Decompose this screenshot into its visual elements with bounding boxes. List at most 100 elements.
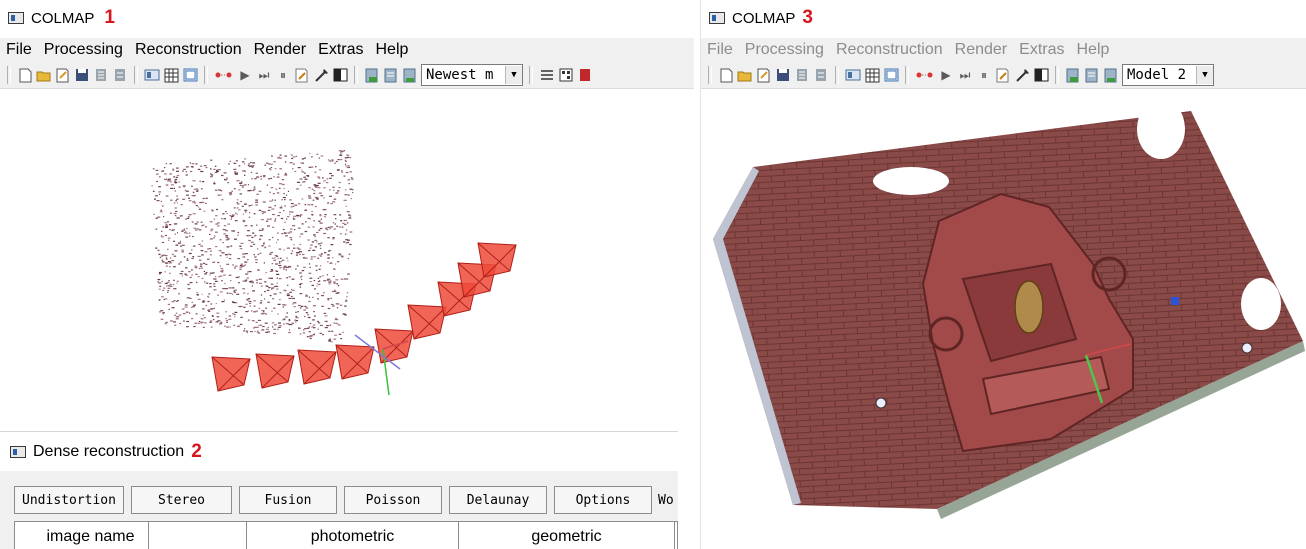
undistort-icon[interactable] [577, 67, 593, 83]
cloud-point [253, 186, 256, 188]
feature-extraction-icon[interactable] [845, 67, 861, 83]
cloud-point [248, 239, 250, 241]
dense-reconstruction-icon[interactable] [1014, 67, 1030, 83]
model-stats-icon[interactable] [364, 67, 380, 83]
open-project-icon[interactable] [737, 67, 753, 83]
cloud-point [335, 192, 339, 194]
menu-processing[interactable]: Processing [739, 41, 830, 59]
pause-icon[interactable]: ⏸ [976, 67, 992, 83]
column-header-blank[interactable] [149, 522, 247, 549]
automatic-reconstruction-icon[interactable] [915, 67, 935, 83]
cloud-point [278, 264, 282, 267]
model-stats-icon[interactable] [1065, 67, 1081, 83]
poisson-button[interactable]: Poisson [344, 486, 442, 514]
dense-point-cloud-view[interactable] [701, 89, 1306, 549]
pause-icon[interactable]: ⏸ [275, 67, 291, 83]
cloud-point [316, 283, 318, 285]
grab-movie-icon[interactable] [558, 67, 574, 83]
menu-render[interactable]: Render [248, 41, 312, 59]
cloud-point [302, 257, 306, 259]
cloud-point [208, 310, 211, 312]
grab-image-icon[interactable] [539, 67, 555, 83]
cloud-point [248, 300, 252, 303]
cloud-point [304, 230, 308, 233]
delaunay-button[interactable]: Delaunay [449, 486, 547, 514]
cloud-point [317, 328, 319, 330]
import-model-icon[interactable] [794, 67, 810, 83]
automatic-reconstruction-icon[interactable] [214, 67, 234, 83]
cloud-point [309, 337, 312, 340]
column-header-photometric[interactable]: photometric [247, 522, 459, 549]
model-selector[interactable]: Newest m ▼ [421, 64, 523, 86]
database-icon[interactable] [883, 67, 899, 83]
log-icon[interactable] [1103, 67, 1119, 83]
dense-reconstruction-icon[interactable] [313, 67, 329, 83]
render-toggle-icon[interactable] [332, 67, 348, 83]
cloud-point [238, 282, 240, 284]
menu-render[interactable]: Render [949, 41, 1013, 59]
chevron-down-icon[interactable]: ▼ [1196, 66, 1213, 84]
cloud-point [234, 220, 238, 222]
menu-extras[interactable]: Extras [1013, 41, 1070, 59]
sparse-point-cloud-view[interactable] [0, 89, 694, 431]
save-icon[interactable] [74, 67, 90, 83]
feature-matching-icon[interactable] [163, 67, 179, 83]
undistortion-button[interactable]: Undistortion [14, 486, 124, 514]
menu-reconstruction[interactable]: Reconstruction [129, 41, 248, 59]
edit-project-icon[interactable] [55, 67, 71, 83]
menu-extras[interactable]: Extras [312, 41, 369, 59]
cloud-point [249, 212, 251, 214]
menu-reconstruction[interactable]: Reconstruction [830, 41, 949, 59]
play-icon[interactable]: ▶ [237, 67, 253, 83]
new-project-icon[interactable] [718, 67, 734, 83]
options-button[interactable]: Options [554, 486, 652, 514]
new-project-icon[interactable] [17, 67, 33, 83]
menu-help[interactable]: Help [1070, 41, 1115, 59]
database-icon[interactable] [182, 67, 198, 83]
cloud-point [290, 206, 293, 208]
viewport-3d[interactable] [701, 89, 1306, 549]
cloud-point [212, 272, 215, 274]
column-header-image-name[interactable]: image name [15, 522, 149, 549]
cloud-point [294, 229, 296, 231]
feature-matching-icon[interactable] [864, 67, 880, 83]
chevron-down-icon[interactable]: ▼ [505, 66, 522, 84]
cloud-point [261, 211, 264, 213]
bundle-adjustment-icon[interactable] [995, 67, 1011, 83]
cloud-point [313, 184, 317, 186]
feature-extraction-icon[interactable] [144, 67, 160, 83]
open-project-icon[interactable] [36, 67, 52, 83]
export-model-icon[interactable] [112, 67, 128, 83]
step-icon[interactable]: ⏭ [256, 67, 272, 83]
cloud-point [158, 288, 161, 290]
bundle-adjustment-icon[interactable] [294, 67, 310, 83]
menu-file[interactable]: File [701, 41, 739, 59]
edit-project-icon[interactable] [756, 67, 772, 83]
match-matrix-icon[interactable] [1084, 67, 1100, 83]
model-selector[interactable]: Model 2 ▼ [1122, 64, 1214, 86]
cloud-point [285, 235, 288, 237]
menu-help[interactable]: Help [369, 41, 414, 59]
log-icon[interactable] [402, 67, 418, 83]
cloud-point [165, 258, 168, 260]
menu-file[interactable]: File [0, 41, 38, 59]
export-model-icon[interactable] [813, 67, 829, 83]
fusion-button[interactable]: Fusion [239, 486, 337, 514]
viewport-3d[interactable] [0, 89, 694, 431]
cloud-point [175, 215, 177, 217]
cloud-point [207, 309, 210, 311]
render-toggle-icon[interactable] [1033, 67, 1049, 83]
match-matrix-icon[interactable] [383, 67, 399, 83]
menu-processing[interactable]: Processing [38, 41, 129, 59]
cloud-point [313, 190, 316, 192]
step-icon[interactable]: ⏭ [957, 67, 973, 83]
play-icon[interactable]: ▶ [938, 67, 954, 83]
cloud-point [286, 277, 289, 279]
column-header-geometric[interactable]: geometric [459, 522, 675, 549]
cloud-point [313, 220, 315, 222]
import-model-icon[interactable] [93, 67, 109, 83]
save-icon[interactable] [775, 67, 791, 83]
cloud-point [265, 313, 267, 315]
cloud-point [310, 244, 313, 246]
stereo-button[interactable]: Stereo [131, 486, 232, 514]
